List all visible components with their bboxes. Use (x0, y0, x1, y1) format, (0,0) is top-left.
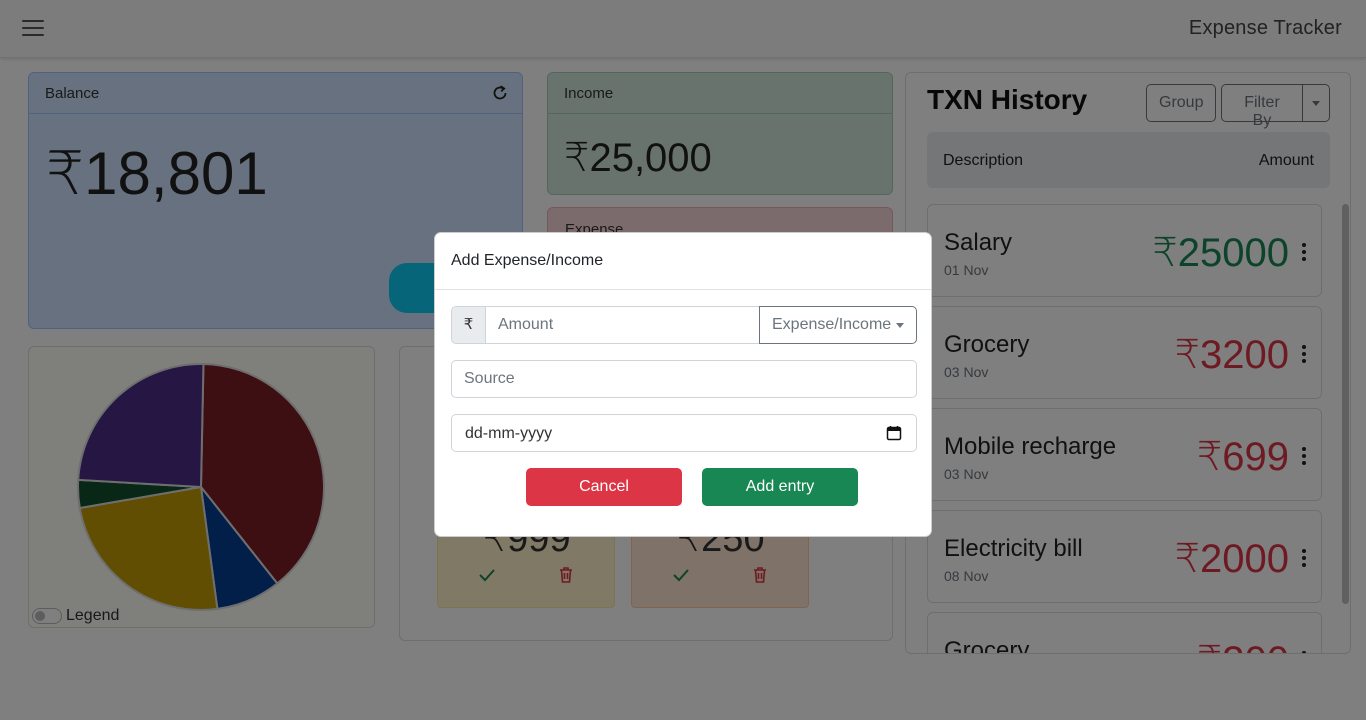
cancel-button[interactable]: Cancel (526, 468, 682, 506)
source-input[interactable] (451, 360, 917, 398)
chevron-down-icon (896, 323, 904, 328)
type-dropdown[interactable]: Expense/Income (759, 306, 917, 344)
calendar-icon[interactable] (886, 425, 902, 441)
amount-input[interactable] (485, 306, 760, 344)
modal-title: Add Expense/Income (435, 233, 931, 290)
amount-input-group: ₹ Expense/Income (451, 306, 917, 344)
add-entry-button[interactable]: Add entry (702, 468, 858, 506)
rupee-icon: ₹ (451, 306, 486, 344)
type-dropdown-label: Expense/Income (772, 316, 892, 333)
add-entry-modal: Add Expense/Income ₹ Expense/Income dd-m… (434, 232, 932, 537)
date-input[interactable]: dd-mm-yyyy (451, 414, 917, 452)
date-placeholder: dd-mm-yyyy (465, 425, 553, 442)
